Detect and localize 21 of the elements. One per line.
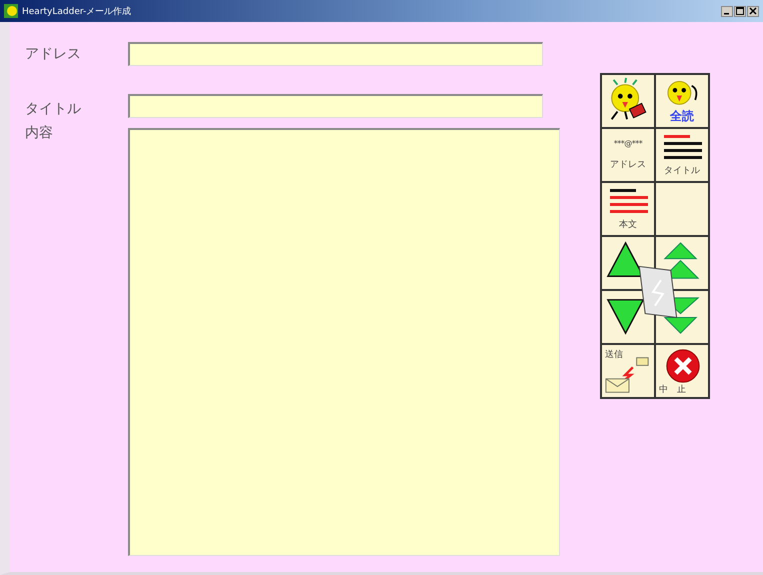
input-field[interactable]: [128, 42, 543, 66]
close-button[interactable]: [747, 6, 759, 16]
maximize-button[interactable]: [734, 6, 746, 16]
minimize-button[interactable]: [721, 6, 733, 16]
title-button[interactable]: タイトル: [655, 128, 709, 182]
close-icon: [665, 348, 701, 384]
input-field[interactable]: [128, 94, 543, 118]
maximize-icon: [736, 7, 744, 15]
field-label: タイトル: [25, 100, 82, 118]
body-button[interactable]: 本文: [601, 182, 655, 236]
field-label: 内容: [25, 124, 54, 143]
close-icon: [749, 7, 757, 15]
read-button[interactable]: [601, 74, 655, 128]
field-label: アドレス: [25, 45, 82, 63]
cancel-button[interactable]: 中 止: [655, 344, 709, 398]
window-title: HeartyLadder-メール作成: [22, 6, 132, 18]
read-all-button[interactable]: 全読: [655, 74, 709, 128]
blank-button[interactable]: [655, 182, 709, 236]
app-icon: [4, 4, 18, 18]
send-button[interactable]: 送信: [601, 344, 655, 398]
address-button[interactable]: ***@*** アドレス: [601, 128, 655, 182]
